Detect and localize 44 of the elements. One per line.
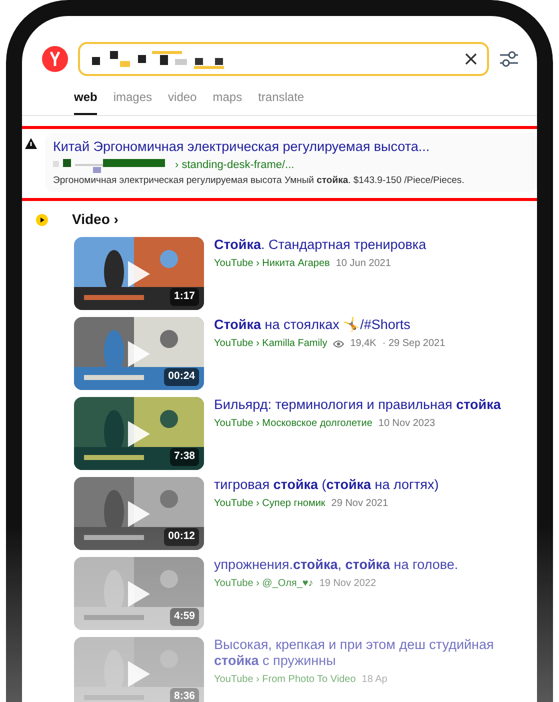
video-source[interactable]: YouTube › Московское долголетие	[214, 416, 372, 432]
result-snippet: Эргономичная электрическая регулируемая высота Умный стойка. $143.9-150 /Piece/Pieces.	[53, 174, 466, 188]
video-title[interactable]: Стойка. Стандартная тренировка	[214, 237, 504, 254]
play-icon	[36, 214, 48, 226]
video-title[interactable]: упрожнения.стойка, стойка на голове.	[214, 557, 504, 574]
close-icon[interactable]	[465, 53, 477, 65]
duration-label: 4:59	[170, 608, 199, 626]
result-url[interactable]: › standing-desk-frame/...	[175, 157, 294, 174]
video-date: 29 Nov 2021	[331, 497, 388, 512]
video-date: 10 Jun 2021	[336, 257, 391, 272]
video-title[interactable]: Высокая, крепкая и при этом деш студийная стойка с пружинны	[214, 637, 504, 670]
tab[interactable]: video	[168, 88, 197, 115]
video-title[interactable]: Стойка на стоялках 🤸/#Shorts	[214, 317, 504, 334]
video-source[interactable]: YouTube › Никита Агарев	[214, 256, 330, 272]
video-date: 10 Nov 2023	[378, 417, 436, 432]
duration-label: 00:24	[164, 368, 199, 386]
play-icon[interactable]	[128, 501, 150, 527]
video-title[interactable]: Бильярд: терминология и правильная стойка	[214, 397, 504, 414]
video-title[interactable]: тигровая стойка (стойка на логтях)	[214, 477, 504, 494]
eye-icon	[333, 340, 344, 348]
search-field[interactable]	[78, 42, 489, 76]
settings-icon[interactable]	[499, 51, 519, 67]
play-icon[interactable]	[128, 341, 150, 367]
result-title[interactable]: Китай Эргономичная электрическая регулируемая высота...	[53, 137, 530, 158]
warning-icon	[25, 138, 37, 149]
duration-label: 00:12	[164, 528, 199, 546]
video-date: 18 Ap	[362, 673, 388, 688]
tab[interactable]: web	[74, 88, 98, 115]
video-date: · 29 Sep 2021	[382, 337, 446, 352]
section-heading[interactable]: Video ›	[72, 209, 118, 230]
video-source[interactable]: YouTube › Kamilla Family	[214, 336, 328, 352]
play-icon[interactable]	[128, 261, 150, 287]
view-count: 19,4K	[350, 337, 376, 352]
tab[interactable]: maps	[212, 88, 242, 115]
video-source[interactable]: YouTube › @_Оля_♥♪	[214, 576, 314, 592]
tab[interactable]: translate	[258, 88, 304, 115]
video-date: 19 Nov 2022	[319, 577, 376, 592]
play-icon[interactable]	[128, 421, 150, 447]
duration-label: 1:17	[170, 288, 199, 306]
logo-icon[interactable]	[42, 46, 68, 72]
video-source[interactable]: YouTube › Супер гномик	[214, 496, 326, 512]
duration-label: 8:36	[170, 688, 199, 702]
tab[interactable]: images	[113, 88, 152, 115]
duration-label: 7:38	[170, 448, 199, 466]
